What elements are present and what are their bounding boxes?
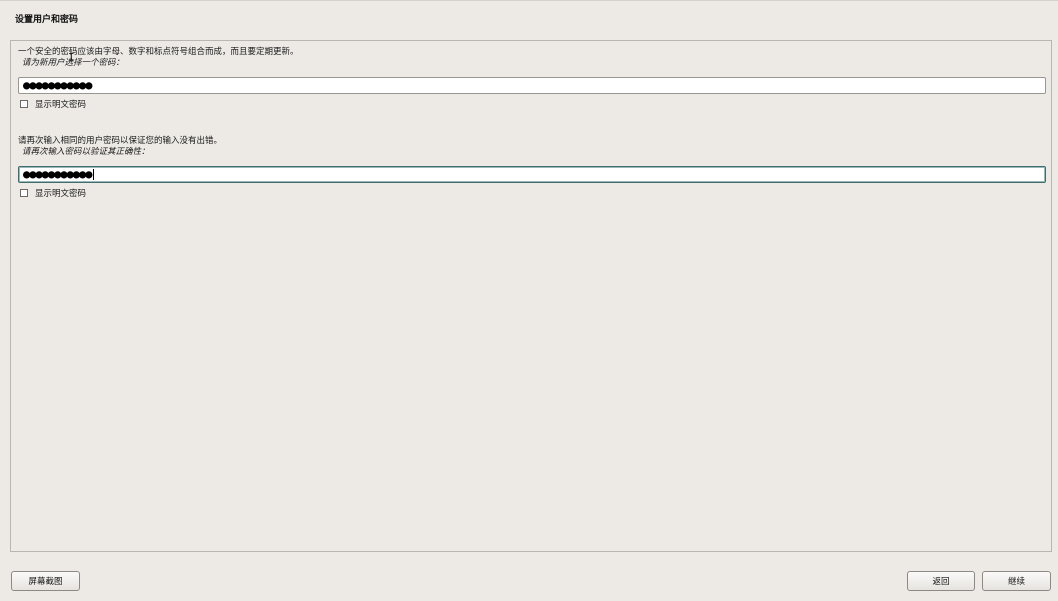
show-password-label[interactable]: 显示明文密码 (35, 98, 86, 110)
screenshot-button[interactable]: 屏幕截图 (11, 571, 80, 591)
show-password-row[interactable]: 显示明文密码 (18, 98, 1046, 110)
confirm-explanation: 请再次输入相同的用户密码以保证您的输入没有出错。 (18, 136, 223, 146)
password-section: 一个安全的密码应该由字母、数字和标点符号组合而成，而且要定期更新。 请为新用户选… (18, 47, 1046, 110)
password-input[interactable]: ●●●●●●●●●●● (18, 77, 1046, 94)
show-confirm-password-checkbox[interactable] (20, 189, 28, 197)
password-explanation: 一个安全的密码应该由字母、数字和标点符号组合而成，而且要定期更新。 (18, 47, 299, 57)
confirm-prompt: 请再次输入密码以验证其正确性： (22, 147, 150, 157)
confirm-password-input-value: ●●●●●●●●●●● (23, 167, 92, 181)
show-confirm-password-label[interactable]: 显示明文密码 (35, 187, 86, 199)
installer-window: 设置用户和密码 一个安全的密码应该由字母、数字和标点符号组合而成，而且要定期更新… (0, 0, 1058, 601)
password-prompt: 请为新用户选择一个密码： (22, 58, 125, 68)
show-confirm-password-row[interactable]: 显示明文密码 (18, 187, 1046, 199)
password-input-value: ●●●●●●●●●●● (23, 78, 92, 92)
text-cursor-icon: I (68, 51, 75, 64)
content-frame: 一个安全的密码应该由字母、数字和标点符号组合而成，而且要定期更新。 请为新用户选… (10, 40, 1052, 552)
page-title: 设置用户和密码 (15, 15, 79, 25)
show-password-checkbox[interactable] (20, 100, 28, 108)
back-button[interactable]: 返回 (907, 571, 975, 591)
confirm-password-input[interactable]: ●●●●●●●●●●● (18, 166, 1046, 183)
confirm-section: 请再次输入相同的用户密码以保证您的输入没有出错。 请再次输入密码以验证其正确性：… (18, 136, 1046, 199)
continue-button[interactable]: 继续 (982, 571, 1051, 591)
text-caret (93, 169, 95, 180)
